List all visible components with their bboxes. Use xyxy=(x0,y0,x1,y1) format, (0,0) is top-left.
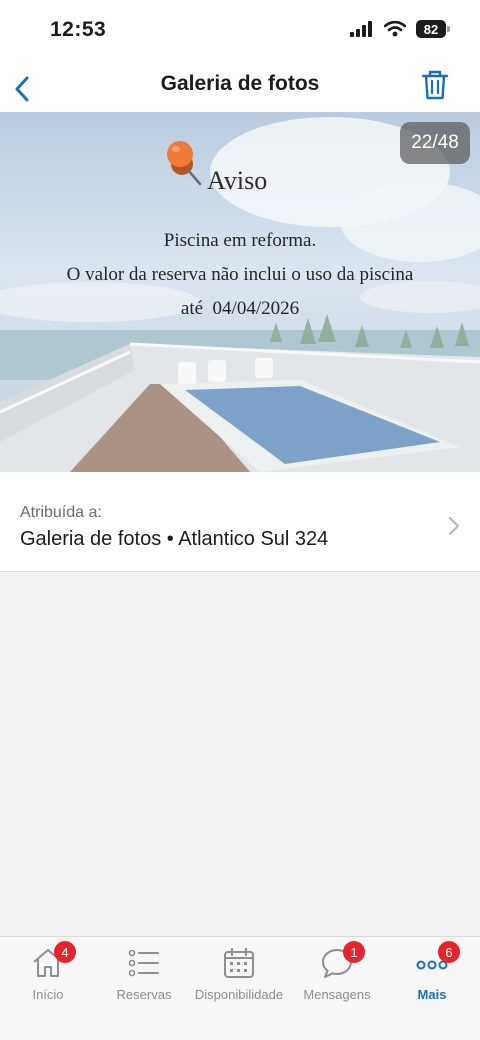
assigned-to-value: Galeria de fotos • Atlantico Sul 324 xyxy=(20,528,329,550)
trash-icon xyxy=(421,70,449,100)
tab-label: Reservas xyxy=(116,987,172,1002)
notice-title: Aviso xyxy=(207,166,268,195)
calendar-icon xyxy=(221,945,257,981)
tab-label: Início xyxy=(32,987,64,1002)
status-bar: 12:53 82 xyxy=(0,0,480,62)
notification-badge: 4 xyxy=(54,941,76,963)
nav-bar: Galeria de fotos xyxy=(0,62,480,112)
delete-button[interactable] xyxy=(420,68,450,102)
page-title: Galeria de fotos xyxy=(160,72,320,95)
photo-counter: 22/48 xyxy=(400,122,470,164)
notification-badge: 1 xyxy=(343,941,365,963)
home-icon: 4 xyxy=(30,941,76,981)
tab-label: Disponibilidade xyxy=(194,987,284,1002)
notification-badge: 6 xyxy=(438,941,460,963)
battery-icon: 82 xyxy=(416,20,450,38)
status-icons: 82 xyxy=(350,20,450,38)
signal-icon xyxy=(350,21,372,37)
tab-label: Mais xyxy=(417,987,447,1002)
notice-line: Piscina em reforma. xyxy=(163,230,317,251)
tab-mensagens[interactable]: 1 Mensagens xyxy=(298,937,376,1007)
notice-line: até 04/04/2026 xyxy=(180,298,300,319)
tab-inicio[interactable]: 4 Início xyxy=(18,937,78,1007)
wifi-icon xyxy=(384,21,406,37)
list-icon xyxy=(126,945,162,981)
tab-label: Mensagens xyxy=(303,987,371,1002)
assigned-to-row[interactable]: Atribuída a: Galeria de fotos • Atlantic… xyxy=(0,472,480,572)
tab-disponibilidade[interactable]: Disponibilidade xyxy=(188,937,290,1007)
tab-reservas[interactable]: Reservas xyxy=(108,937,180,1007)
battery-level: 82 xyxy=(423,21,439,37)
more-dots-icon: 6 xyxy=(414,941,460,981)
pushpin-icon xyxy=(167,141,202,186)
tab-bar: 4 Início Reservas Disponibilidade 1 Mens… xyxy=(0,936,480,1040)
chevron-right-icon xyxy=(448,516,460,536)
assigned-to-label: Atribuída a: xyxy=(20,504,102,521)
status-time: 12:53 xyxy=(50,18,107,41)
chat-bubble-icon: 1 xyxy=(319,941,365,981)
tab-mais[interactable]: 6 Mais xyxy=(406,937,460,1007)
gallery-photo[interactable]: 22/48 Aviso Piscina em reforma. O valor … xyxy=(0,112,480,472)
notice-line: O valor da reserva não inclui o uso da p… xyxy=(66,264,414,285)
